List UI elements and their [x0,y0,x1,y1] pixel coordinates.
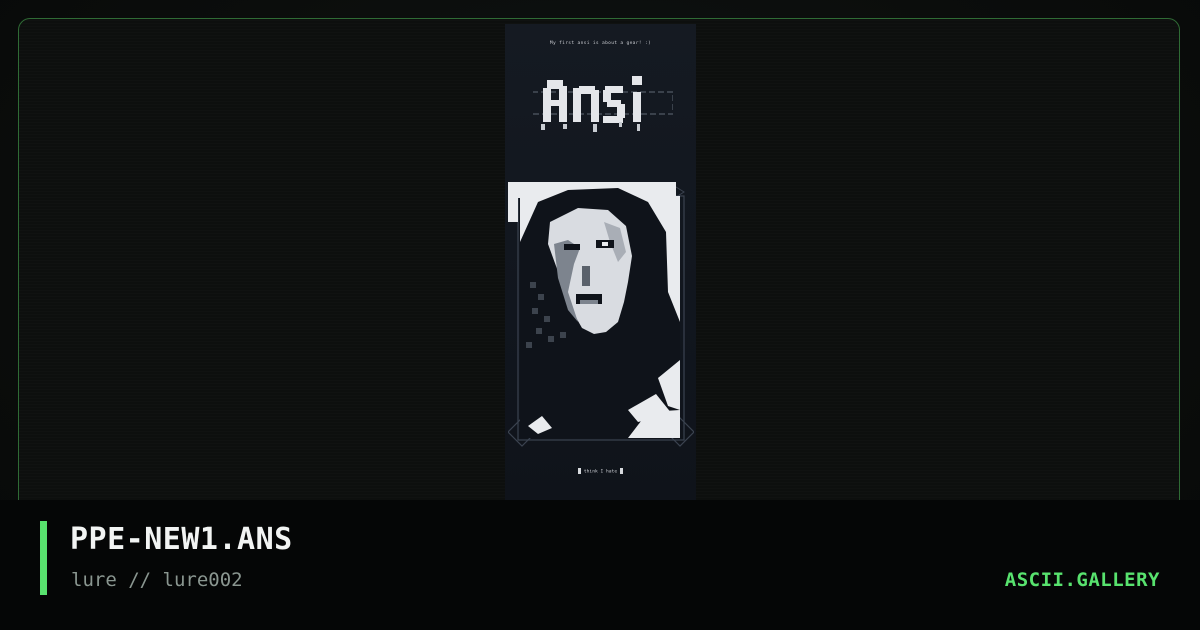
ansi-logo [533,76,673,132]
artwork-title[interactable]: PPE-NEW1.ANS [70,522,293,557]
block-glyph-right [620,468,624,474]
portrait-artwork [508,182,694,447]
preview-card: My first ansi is about a gear! :) think … [0,0,1200,630]
accent-bar [40,521,47,595]
ansi-artwork[interactable]: My first ansi is about a gear! :) think … [505,24,696,500]
block-glyph-left [577,468,581,474]
artwork-intro-text: My first ansi is about a gear! :) [549,41,652,46]
artwork-footer: think I hate [505,468,696,475]
site-brand[interactable]: ASCII.GALLERY [1005,569,1160,591]
artist-pack-label[interactable]: lure // lure002 [71,569,243,591]
info-bar: PPE-NEW1.ANS lure // lure002 ASCII.GALLE… [0,500,1200,630]
artwork-footer-text: think I hate [583,469,618,475]
